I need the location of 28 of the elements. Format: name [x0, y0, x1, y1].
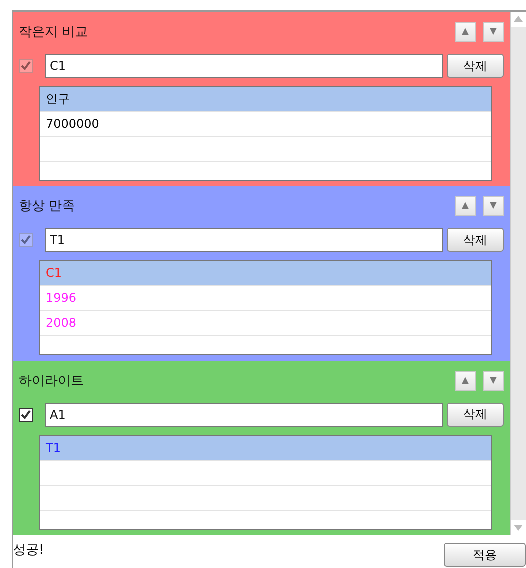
list-item[interactable]: T1 [40, 436, 491, 461]
input-field[interactable]: C1 [45, 54, 443, 78]
apply-button[interactable]: 적용 [444, 543, 526, 567]
status-text: 성공! [13, 542, 44, 559]
section-title: 하이라이트 [19, 372, 84, 390]
list-item[interactable]: 인구 [40, 87, 491, 112]
list-item-text: 인구 [46, 90, 70, 108]
move-up-button[interactable]: ▲ [455, 370, 476, 391]
list-item-text: C1 [46, 266, 62, 280]
list-item-text: 2008 [46, 316, 77, 330]
input-field[interactable]: T1 [45, 228, 443, 252]
input-field[interactable]: A1 [45, 402, 443, 427]
list-item-text: 7000000 [46, 117, 100, 131]
list-item-text: 1996 [46, 291, 77, 306]
scroll-up-icon[interactable] [511, 12, 526, 27]
move-down-button[interactable]: ▼ [483, 22, 504, 42]
delete-button[interactable]: 삭제 [447, 228, 504, 252]
delete-button[interactable]: 삭제 [447, 54, 504, 78]
move-down-button[interactable]: ▼ [483, 196, 504, 216]
scroll-down-icon[interactable] [511, 520, 526, 535]
checkbox[interactable] [19, 408, 33, 422]
move-up-button[interactable]: ▲ [455, 22, 476, 42]
delete-button[interactable]: 삭제 [447, 402, 504, 427]
section-title: 작은지 비교 [19, 24, 88, 41]
list-item-text: T1 [46, 440, 61, 455]
move-up-button[interactable]: ▲ [455, 196, 476, 216]
move-down-button[interactable]: ▼ [483, 370, 504, 391]
section-title: 항상 만족 [19, 198, 76, 216]
